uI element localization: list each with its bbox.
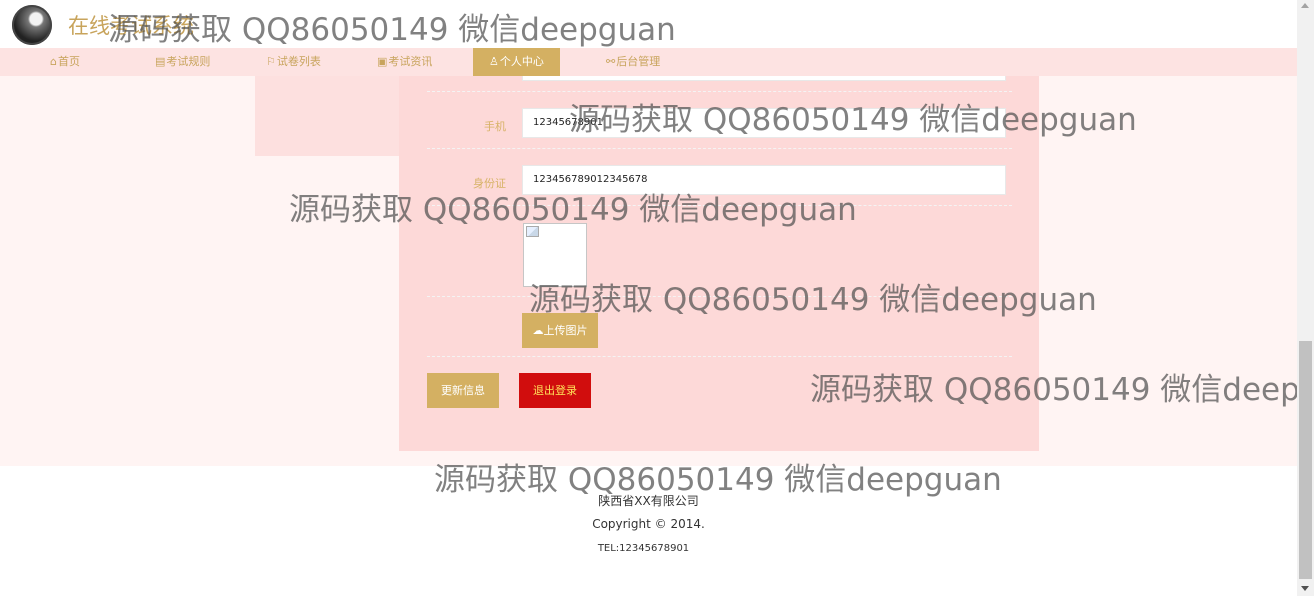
site-logo[interactable]: [12, 5, 52, 45]
nav-label: 个人中心: [499, 55, 544, 68]
idcard-input[interactable]: 123456789012345678: [522, 165, 1006, 195]
update-info-button[interactable]: 更新信息: [427, 373, 499, 408]
nav-item-admin[interactable]: ⚯后台管理: [606, 48, 660, 76]
side-panel: [255, 76, 400, 156]
site-title[interactable]: 在线考试系统: [68, 10, 194, 40]
upload-image-button[interactable]: ☁上传图片: [522, 313, 598, 348]
nav-item-paper-list[interactable]: ⚐试卷列表: [266, 48, 321, 76]
nav-item-personal-center[interactable]: ♙个人中心: [473, 48, 560, 76]
footer-company: 陕西省XX有限公司: [598, 494, 699, 508]
footer-copyright: Copyright © 2014.: [592, 517, 705, 531]
logout-button[interactable]: 退出登录: [519, 373, 591, 408]
nav-label: 后台管理: [616, 55, 661, 68]
cloud-upload-icon: ☁: [532, 324, 544, 337]
nav-label: 首页: [57, 55, 80, 68]
upload-button-label: 上传图片: [543, 324, 588, 337]
top-header: 在线考试系统: [0, 0, 1297, 48]
nav-item-exam-rules[interactable]: ▤考试规则: [155, 48, 210, 76]
nav-item-home[interactable]: ⌂首页: [50, 48, 80, 76]
book-icon: ▤: [155, 55, 166, 68]
nav-label: 考试资讯: [388, 55, 433, 68]
nav-label: 试卷列表: [276, 55, 321, 68]
avatar-image: [523, 223, 587, 287]
idcard-label: 身份证: [473, 177, 506, 190]
scroll-down-arrow-icon[interactable]: [1301, 586, 1309, 591]
row-divider: [427, 356, 1012, 357]
nav-label: 考试规则: [166, 55, 211, 68]
news-icon: ▣: [377, 55, 388, 68]
row-divider: [427, 148, 1012, 149]
link-icon: ⚯: [606, 55, 616, 68]
phone-label: 手机: [484, 120, 506, 133]
main-nav: ⌂首页 ▤考试规则 ⚐试卷列表 ▣考试资讯 ♙个人中心 ⚯后台管理: [0, 48, 1297, 76]
row-divider: [427, 296, 1012, 297]
user-icon: ♙: [489, 55, 499, 68]
row-divider: [427, 91, 1012, 92]
scrollbar-thumb[interactable]: [1299, 341, 1312, 579]
flag-icon: ⚐: [266, 55, 276, 68]
home-icon: ⌂: [50, 55, 57, 68]
previous-field-input[interactable]: [522, 76, 1006, 81]
nav-item-exam-news[interactable]: ▣考试资讯: [377, 48, 432, 76]
broken-image-icon: [526, 226, 539, 237]
scroll-up-arrow-icon[interactable]: [1301, 3, 1309, 8]
row-divider: [427, 205, 1012, 206]
footer-tel: TEL:12345678901: [597, 543, 690, 554]
phone-input[interactable]: 12345678901: [522, 108, 1006, 138]
